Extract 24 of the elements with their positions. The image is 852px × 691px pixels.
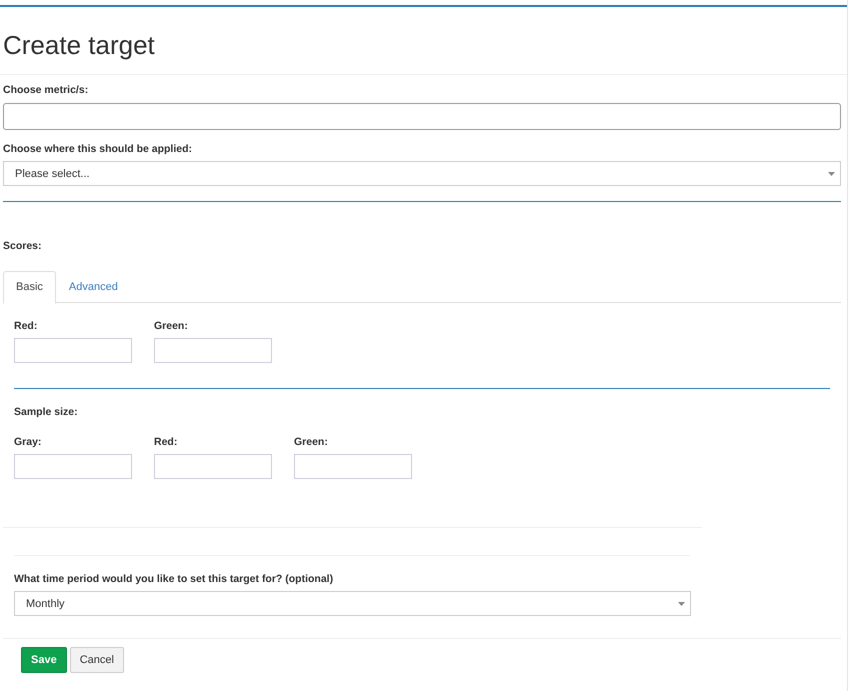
sample-size-input-field[interactable] [294, 454, 412, 479]
tab[interactable]: Basic [3, 271, 56, 304]
select-dropdown[interactable]: Monthly [14, 591, 691, 616]
sample-size-input-field[interactable] [14, 454, 132, 479]
metric-input-field[interactable] [3, 103, 841, 130]
section-label: Scores: [3, 240, 43, 253]
caret-icon [678, 602, 685, 606]
sample-size-input-field[interactable] [154, 454, 272, 479]
field-label: Red: [154, 436, 178, 449]
cancel-button[interactable]: Cancel [70, 647, 124, 673]
field-label: What time period would you like to set this target for? (optional) [14, 573, 334, 586]
field-label: Choose where this should be applied: [3, 143, 194, 156]
page-title: Create target [2, 29, 156, 62]
score-input-field[interactable] [14, 338, 132, 363]
field-label: Red: [14, 320, 38, 333]
field-label: Choose metric/s: [3, 84, 90, 97]
section-label: Sample size: [14, 406, 79, 419]
caret-icon [828, 172, 835, 176]
field-label: Green: [154, 320, 189, 333]
tab[interactable]: Advanced [56, 271, 131, 302]
field-label: Green: [294, 436, 329, 449]
select-dropdown[interactable]: Please select... [3, 161, 841, 186]
score-input-field[interactable] [154, 338, 272, 363]
field-label: Gray: [14, 436, 42, 449]
